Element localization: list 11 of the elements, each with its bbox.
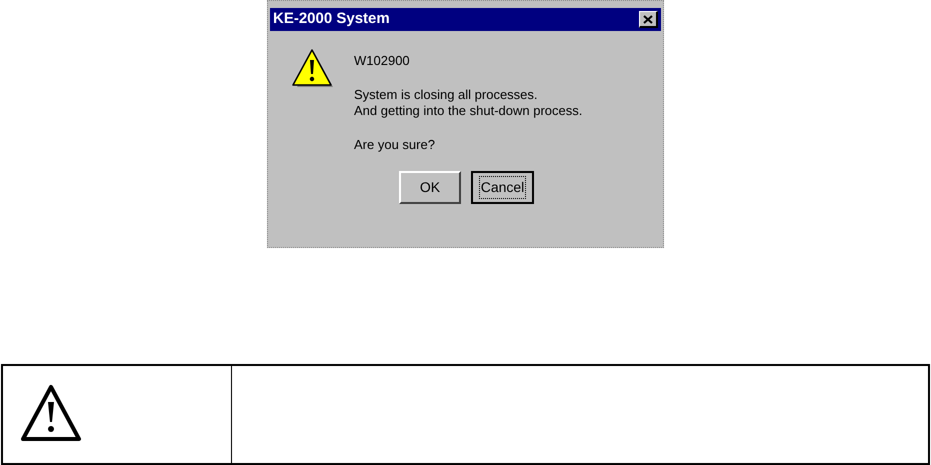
caution-icon [20,384,82,442]
close-button[interactable] [639,11,658,28]
dialog-button[interactable]: OK [399,171,461,204]
question-text: Are you sure? [354,137,436,153]
dialog-button[interactable]: Cancel [471,171,534,204]
window-title: KE-2000 System [273,9,390,30]
message-line: System is closing all processes. [354,87,539,103]
close-icon [643,14,653,24]
message-code: W102900 [354,53,411,69]
warning-icon [290,47,334,89]
message-line: And getting into the shut-down process. [354,103,582,119]
